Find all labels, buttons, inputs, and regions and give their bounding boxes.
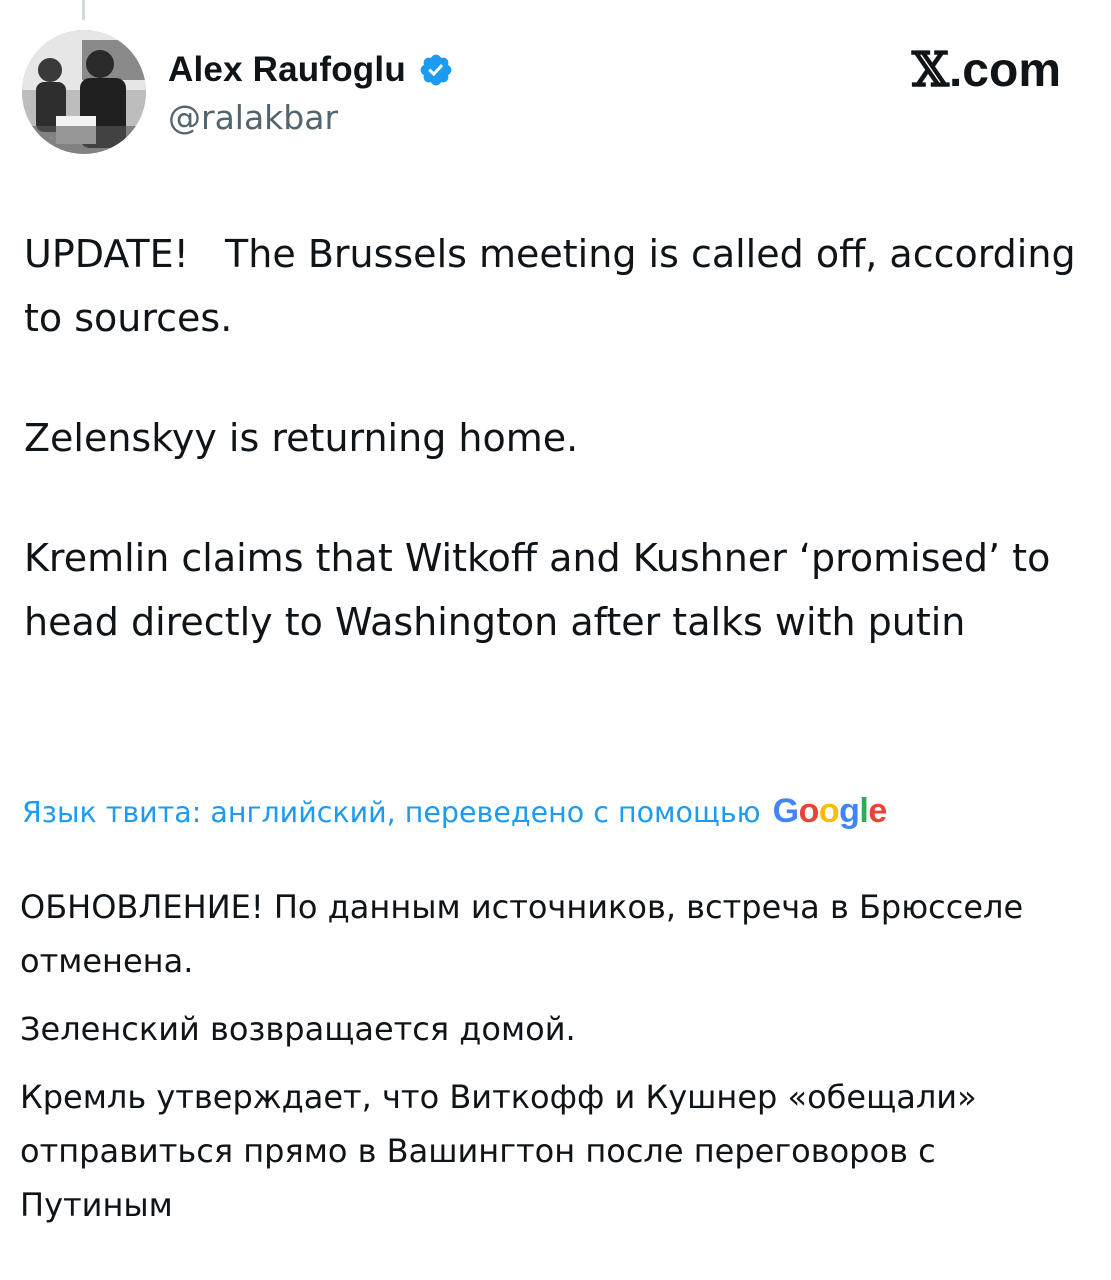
tweet-paragraph: UPDATE! The Brussels meeting is called o… bbox=[24, 232, 1088, 340]
translated-text: ОБНОВЛЕНИЕ! По данным источников, встреч… bbox=[20, 880, 1090, 1232]
translation-attribution[interactable]: Язык твита: английский, переведено с пом… bbox=[22, 792, 887, 831]
x-logo-suffix: .com bbox=[948, 44, 1061, 97]
tweet-text: UPDATE! The Brussels meeting is called o… bbox=[24, 222, 1084, 654]
author-display-name[interactable]: Alex Raufoglu bbox=[168, 50, 406, 90]
tweet-paragraph: Zelenskyy is returning home. bbox=[24, 416, 579, 460]
verified-badge-icon bbox=[420, 54, 452, 86]
google-letter: e bbox=[868, 792, 887, 830]
google-letter: o bbox=[798, 792, 820, 830]
avatar[interactable] bbox=[22, 30, 146, 154]
google-letter: G bbox=[772, 792, 799, 830]
translation-note[interactable]: Язык твита: английский, переведено с пом… bbox=[22, 796, 761, 829]
translation-paragraph: Зеленский возвращается домой. bbox=[20, 1010, 576, 1048]
x-logo: 𝕏.com bbox=[912, 42, 1061, 98]
author-handle[interactable]: @ralakbar bbox=[168, 98, 338, 137]
thread-connector-line bbox=[82, 0, 85, 20]
tweet-paragraph: Kremlin claims that Witkoff and Kushner … bbox=[24, 536, 1063, 644]
translation-paragraph: ОБНОВЛЕНИЕ! По данным источников, встреч… bbox=[20, 888, 1024, 980]
avatar-photo-icon bbox=[22, 30, 146, 154]
google-letter: o bbox=[818, 792, 840, 830]
google-logo: Google bbox=[772, 792, 888, 831]
x-logo-icon: 𝕏 bbox=[911, 42, 949, 98]
google-letter: g bbox=[839, 792, 860, 830]
translation-paragraph: Кремль утверждает, что Виткофф и Кушнер … bbox=[20, 1078, 977, 1224]
author-name-row: Alex Raufoglu bbox=[168, 48, 454, 92]
